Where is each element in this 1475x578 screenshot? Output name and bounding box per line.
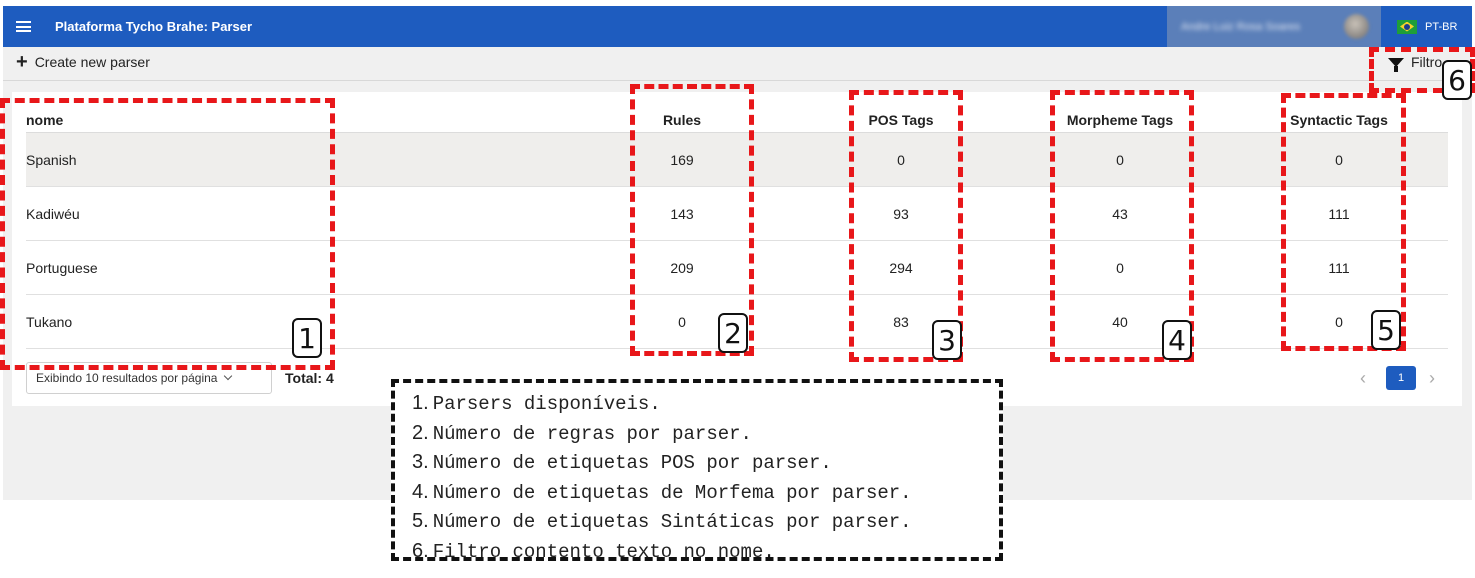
results-per-page-label: Exibindo 10 resultados por página [36, 371, 218, 385]
annotation-marker-1: 1 [292, 318, 322, 358]
annotation-marker-3: 3 [932, 320, 962, 360]
page-1-button[interactable]: 1 [1386, 366, 1416, 390]
legend-item: 4. Número de etiquetas de Morfema por par… [412, 480, 912, 504]
page: Plataforma Tycho Brahe: Parser Andre Lui… [0, 0, 1475, 578]
app-bar: Plataforma Tycho Brahe: Parser Andre Lui… [3, 6, 1472, 47]
annotation-marker-4: 4 [1162, 320, 1192, 360]
hamburger-menu-icon[interactable] [3, 6, 43, 47]
annotation-marker-5: 5 [1371, 310, 1401, 350]
annotation-legend: 1. Parsers disponíveis. 2. Número de regra… [391, 379, 1003, 563]
app-title: Plataforma Tycho Brahe: Parser [55, 19, 252, 34]
next-page-button[interactable]: › [1429, 368, 1435, 389]
previous-page-button[interactable]: ‹ [1360, 368, 1366, 389]
legend-item: 3. Número de etiquetas POS por parser. [412, 451, 832, 474]
annotation-marker-6: 6 [1442, 60, 1472, 100]
plus-icon: + [16, 51, 28, 73]
legend-item: 2. Número de regras por parser. [412, 421, 752, 445]
user-menu[interactable]: Andre Luiz Rosa Soares [1167, 6, 1381, 47]
chevron-down-icon [224, 371, 233, 381]
avatar[interactable] [1344, 14, 1369, 39]
language-selector[interactable]: PT-BR [1397, 6, 1457, 47]
legend-item: 6. Filtro contento texto no nome. [412, 539, 775, 563]
create-parser-button[interactable]: + Create new parser [16, 51, 150, 73]
brazil-flag-icon [1397, 19, 1417, 34]
total-count: Total: 4 [285, 370, 334, 386]
annotation-box-1 [0, 98, 335, 370]
annotation-marker-2: 2 [718, 313, 748, 353]
legend-item: 5. Número de etiquetas Sintáticas por par… [412, 510, 912, 533]
user-name: Andre Luiz Rosa Soares [1181, 20, 1301, 33]
language-label: PT-BR [1425, 20, 1458, 33]
toolbar: + Create new parser Filtro [3, 47, 1472, 81]
legend-item: 1. Parsers disponíveis. [412, 392, 661, 415]
create-parser-label: Create new parser [34, 54, 150, 70]
